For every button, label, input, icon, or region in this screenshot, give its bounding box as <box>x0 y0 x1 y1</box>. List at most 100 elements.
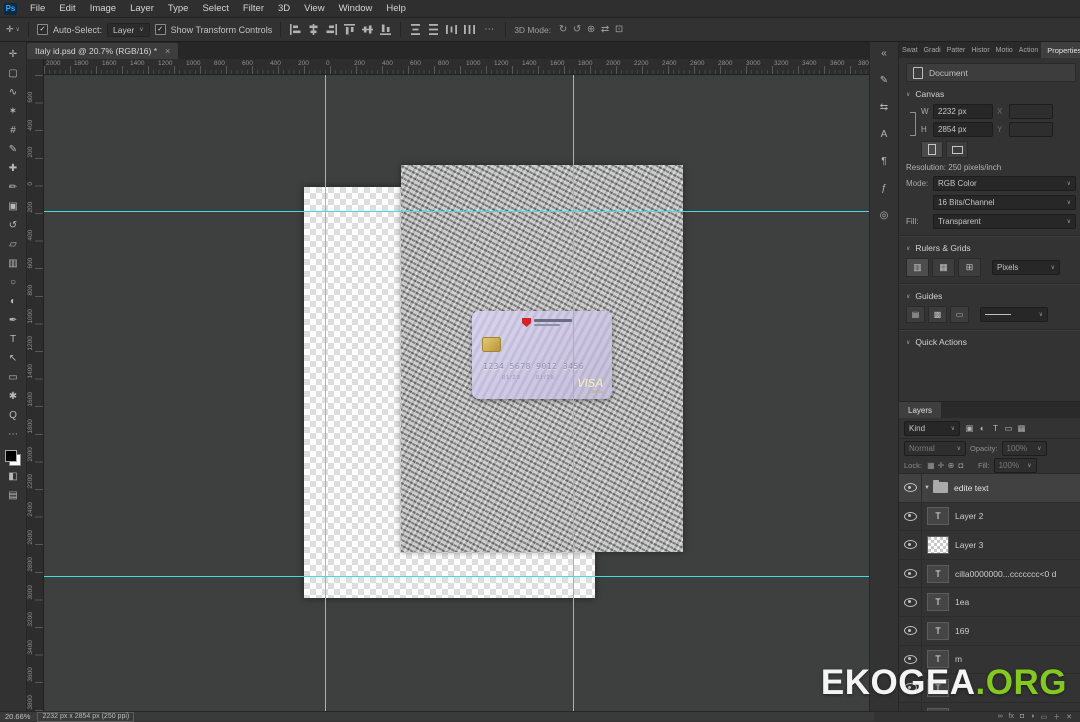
healing-brush-tool[interactable]: ✚ <box>2 159 24 178</box>
color-swatches[interactable] <box>4 449 22 467</box>
vertical-ruler[interactable]: 600 400 200 0 200 400 600 800 1000 1200 1400 1600 18… <box>27 75 44 711</box>
layer-fill-dropdown[interactable]: 100% ∨ <box>993 457 1037 473</box>
type-tool[interactable]: T <box>2 330 24 349</box>
lock-pixels-icon[interactable]: ✛ <box>936 461 946 470</box>
collapse-panels-icon[interactable]: « <box>874 45 894 61</box>
menu-item[interactable]: Layer <box>123 1 161 17</box>
lock-transparency-icon[interactable]: ▦ <box>926 461 936 470</box>
align-vertical-centers-button[interactable] <box>361 23 374 36</box>
guide-horizontal-top[interactable] <box>44 211 869 212</box>
align-left-edges-button[interactable] <box>289 23 302 36</box>
clear-guides-button[interactable]: ▭ <box>950 306 969 323</box>
panel-tab[interactable]: Motio <box>993 42 1016 58</box>
height-field[interactable]: 2854 px <box>933 122 993 137</box>
layer-row[interactable]: ▼ edite text <box>899 474 1080 503</box>
delete-layer-icon[interactable]: ✕ <box>1066 713 1072 721</box>
layer-row[interactable]: ▼ 169 <box>899 616 1080 646</box>
gradient-tool[interactable]: ▥ <box>2 254 24 273</box>
toggle-grid-button[interactable]: ▦ <box>932 258 955 277</box>
zoom-tool[interactable]: Q <box>2 406 24 425</box>
auto-select-checkbox[interactable]: ✓ <box>36 24 48 35</box>
layer-thumbnail[interactable] <box>927 564 949 583</box>
align-bottom-edges-button[interactable] <box>379 23 392 36</box>
character-panel-icon[interactable]: A <box>874 126 894 142</box>
color-panel-icon[interactable]: ◎ <box>874 207 894 223</box>
guide-style-dropdown[interactable]: ∨ <box>980 307 1048 322</box>
units-dropdown[interactable]: Pixels ∨ <box>992 260 1060 275</box>
quick-mask-icon[interactable]: ◧ <box>2 467 24 486</box>
magic-wand-tool[interactable]: ✶ <box>2 102 24 121</box>
group-expand-caret-icon[interactable]: ▼ <box>922 485 932 491</box>
menu-item[interactable]: File <box>23 1 52 17</box>
clone-stamp-tool[interactable]: ▣ <box>2 197 24 216</box>
layer-row[interactable]: ▼ Layer 2 <box>899 502 1080 532</box>
3d-drag-icon[interactable]: ⊕ <box>584 24 598 35</box>
toggle-guides-button[interactable]: ⊞ <box>958 258 981 277</box>
close-icon[interactable]: × <box>165 46 170 56</box>
3d-scale-icon[interactable]: ⊡ <box>612 24 626 35</box>
layer-name[interactable]: edite text <box>954 483 989 493</box>
panel-tab[interactable]: Histor <box>968 42 992 58</box>
filter-smart-objects-icon[interactable]: ▦ <box>1015 423 1028 434</box>
path-selection-tool[interactable]: ↖ <box>2 349 24 368</box>
horizontal-ruler[interactable]: 2000 1800 1600 1400 1200 1000 800 600 400 200 0 200… <box>44 59 869 75</box>
pen-tool[interactable]: ✒ <box>2 311 24 330</box>
toggle-rulers-button[interactable]: ▥ <box>906 258 929 277</box>
canvas-fill-dropdown[interactable]: Transparent ∨ <box>933 214 1076 229</box>
filter-shape-layers-icon[interactable]: ▭ <box>1002 423 1015 434</box>
visibility-toggle[interactable] <box>899 588 922 616</box>
tab-layers[interactable]: Layers <box>899 402 942 418</box>
filter-pixel-layers-icon[interactable]: ▣ <box>963 423 976 434</box>
blend-mode-dropdown[interactable]: Normal ∨ <box>904 440 966 456</box>
layer-row[interactable]: ▼ cilla0000000...ccccccc<0 d <box>899 559 1080 589</box>
eyedropper-tool[interactable]: ✎ <box>2 140 24 159</box>
visibility-toggle[interactable] <box>899 474 922 502</box>
show-transform-checkbox[interactable]: ✓ <box>154 24 166 35</box>
paragraph-panel-icon[interactable]: ¶ <box>874 153 894 169</box>
edit-toolbar-icon[interactable]: ⋯ <box>2 425 24 444</box>
document-tab[interactable]: Italy id.psd @ 20.7% (RGB/16) * × <box>27 43 179 59</box>
guide-vertical-right[interactable] <box>573 75 574 711</box>
filter-type-layers-icon[interactable]: T <box>989 423 1002 434</box>
panel-tab[interactable]: Action <box>1016 42 1041 58</box>
align-horizontal-centers-button[interactable] <box>307 23 320 36</box>
layer-thumbnail[interactable] <box>927 535 949 554</box>
crop-tool[interactable]: # <box>2 121 24 140</box>
panel-tab[interactable]: Gradi <box>921 42 944 58</box>
foreground-color-swatch[interactable] <box>5 450 17 462</box>
panel-tab[interactable]: Swat <box>899 42 921 58</box>
menu-item[interactable]: Filter <box>236 1 271 17</box>
layer-name[interactable]: 1ea <box>955 597 969 607</box>
auto-select-target-dropdown[interactable]: Layer ∨ <box>106 22 150 37</box>
distribute-centers-h-button[interactable] <box>463 23 476 36</box>
new-group-icon[interactable]: ▭ <box>1041 713 1048 721</box>
layer-name[interactable]: Layer 2 <box>955 511 983 521</box>
link-dimensions-icon[interactable] <box>910 112 916 136</box>
history-panel-icon[interactable]: ⇆ <box>874 99 894 115</box>
marquee-tool[interactable]: ▢ <box>2 64 24 83</box>
guide-layout-button[interactable]: ▩ <box>928 306 947 323</box>
ruler-origin-corner[interactable] <box>27 59 44 76</box>
opacity-dropdown[interactable]: 100% ∨ <box>1001 440 1047 456</box>
landscape-orientation-button[interactable] <box>946 141 968 158</box>
blur-tool[interactable]: ○ <box>2 273 24 292</box>
3d-roll-icon[interactable]: ↺ <box>570 24 584 35</box>
layer-effects-icon[interactable]: fx <box>1009 713 1014 720</box>
filter-kind-dropdown[interactable]: Kind ∨ <box>904 420 960 436</box>
align-top-edges-button[interactable] <box>343 23 356 36</box>
x-field[interactable] <box>1009 104 1053 119</box>
dodge-tool[interactable]: ◐ <box>2 292 24 311</box>
layer-row[interactable]: ▼ 1ea <box>899 588 1080 617</box>
align-more-icon[interactable]: ⋯ <box>481 24 497 35</box>
lock-position-icon[interactable]: ⊕ <box>946 461 956 470</box>
layer-name[interactable]: 169 <box>955 626 969 636</box>
brush-tool[interactable]: ✏ <box>2 178 24 197</box>
color-mode-dropdown[interactable]: RGB Color ∨ <box>933 176 1076 191</box>
panel-tab[interactable]: Patter <box>944 42 969 58</box>
menu-item[interactable]: View <box>297 1 331 17</box>
brush-settings-panel-icon[interactable]: ✎ <box>874 72 894 88</box>
layer-name[interactable]: Layer 3 <box>955 540 983 550</box>
lasso-tool[interactable]: ∿ <box>2 83 24 102</box>
layer-thumbnail[interactable] <box>927 621 949 640</box>
visibility-toggle[interactable] <box>899 502 922 531</box>
